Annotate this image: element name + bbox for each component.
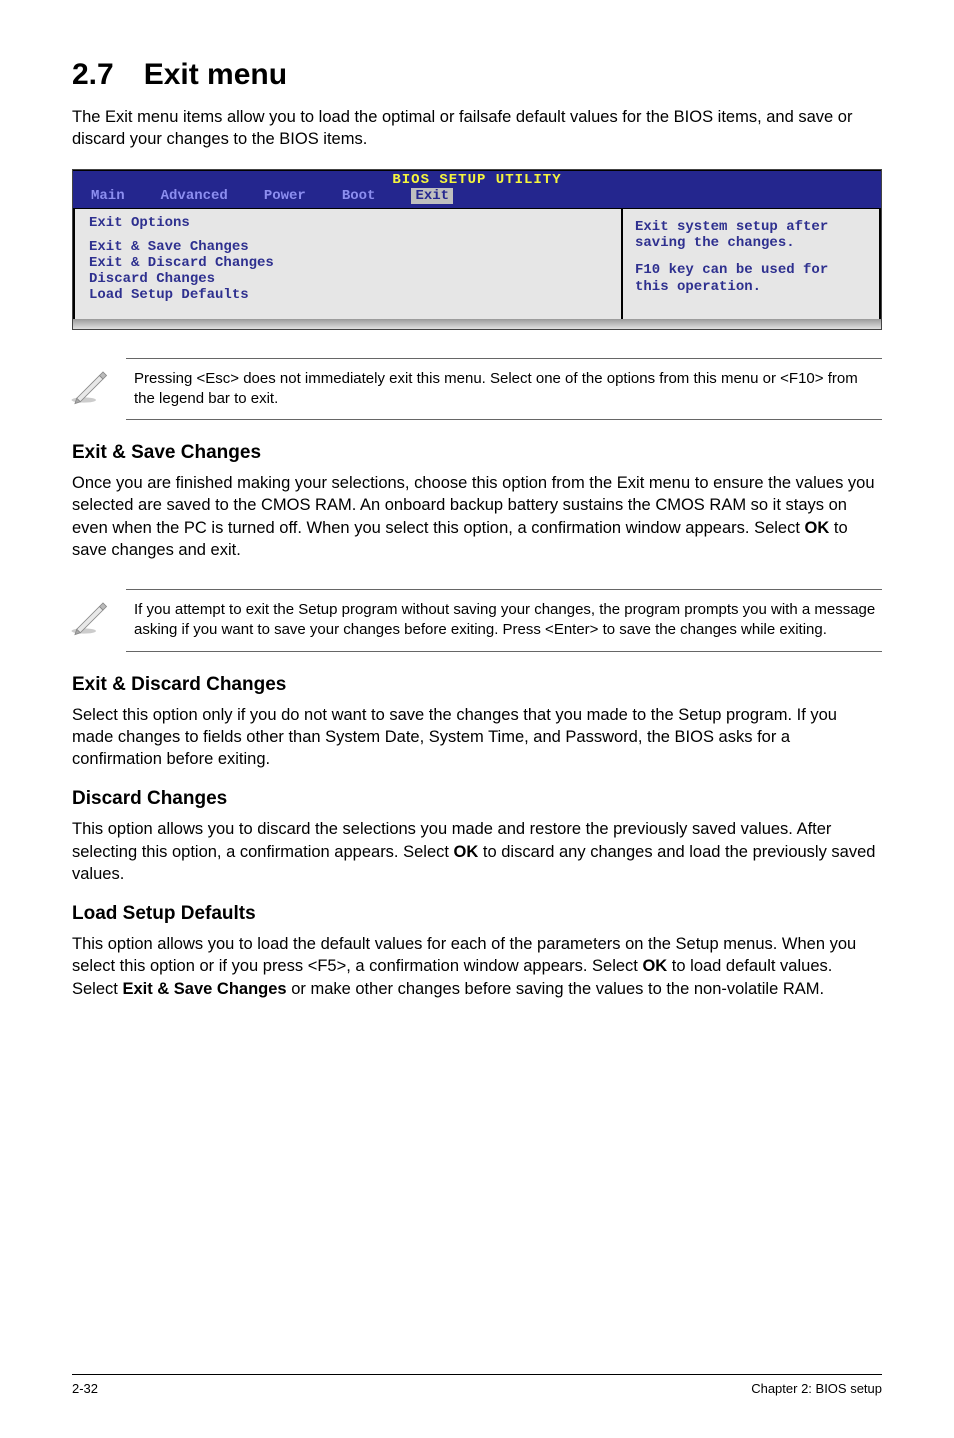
pencil-note-icon (68, 596, 110, 638)
bios-body: Exit Options Exit & Save Changes Exit & … (73, 208, 881, 319)
section-save-paragraph: Once you are finished making your select… (72, 472, 882, 561)
section-discard-exit-paragraph: Select this option only if you do not wa… (72, 704, 882, 771)
bios-item-discard[interactable]: Discard Changes (89, 271, 609, 287)
text-segment: Once you are finished making your select… (72, 474, 875, 537)
ok-label: OK (454, 843, 479, 861)
bios-section-label: Exit Options (89, 215, 609, 231)
page-footer: 2-32 Chapter 2: BIOS setup (72, 1374, 882, 1396)
section-load-defaults-heading: Load Setup Defaults (72, 903, 882, 925)
bios-panel: BIOS SETUP UTILITY Main Advanced Power B… (72, 169, 882, 330)
bios-shadow (73, 319, 881, 329)
bios-tab-power[interactable]: Power (264, 188, 306, 204)
text-segment: or make other changes before saving the … (287, 980, 824, 998)
note-1-text: Pressing <Esc> does not immediately exit… (134, 370, 858, 407)
note-block-2: If you attempt to exit the Setup program… (126, 589, 882, 652)
bios-tabs: Main Advanced Power Boot Exit (73, 188, 881, 208)
bios-item-load-defaults[interactable]: Load Setup Defaults (89, 287, 609, 303)
section-discard-heading: Discard Changes (72, 788, 882, 810)
bios-tab-advanced[interactable]: Advanced (161, 188, 228, 204)
bios-left-pane: Exit Options Exit & Save Changes Exit & … (73, 209, 623, 319)
section-discard-paragraph: This option allows you to discard the se… (72, 818, 882, 885)
intro-paragraph: The Exit menu items allow you to load th… (72, 106, 882, 151)
page-number: 2-32 (72, 1381, 98, 1396)
bios-title: BIOS SETUP UTILITY (73, 170, 881, 188)
bios-help-pane: Exit system setup after saving the chang… (623, 209, 881, 319)
section-save-heading: Exit & Save Changes (72, 442, 882, 464)
bios-help-text-2: F10 key can be used for this operation. (635, 262, 867, 296)
section-load-defaults-paragraph: This option allows you to load the defau… (72, 933, 882, 1000)
section-discard-exit-heading: Exit & Discard Changes (72, 674, 882, 696)
note-2-text: If you attempt to exit the Setup program… (134, 601, 875, 638)
exit-save-label: Exit & Save Changes (122, 980, 286, 998)
bios-help-text-1: Exit system setup after saving the chang… (635, 219, 867, 253)
note-block-1: Pressing <Esc> does not immediately exit… (126, 358, 882, 421)
bios-tab-exit[interactable]: Exit (411, 188, 453, 204)
ok-label: OK (642, 957, 667, 975)
ok-label: OK (805, 519, 830, 537)
bios-tab-main[interactable]: Main (91, 188, 125, 204)
chapter-label: Chapter 2: BIOS setup (751, 1381, 882, 1396)
bios-tab-boot[interactable]: Boot (342, 188, 376, 204)
bios-item-exit-save[interactable]: Exit & Save Changes (89, 239, 609, 255)
page-heading: 2.7 Exit menu (72, 58, 882, 92)
pencil-note-icon (68, 365, 110, 407)
bios-item-exit-discard[interactable]: Exit & Discard Changes (89, 255, 609, 271)
